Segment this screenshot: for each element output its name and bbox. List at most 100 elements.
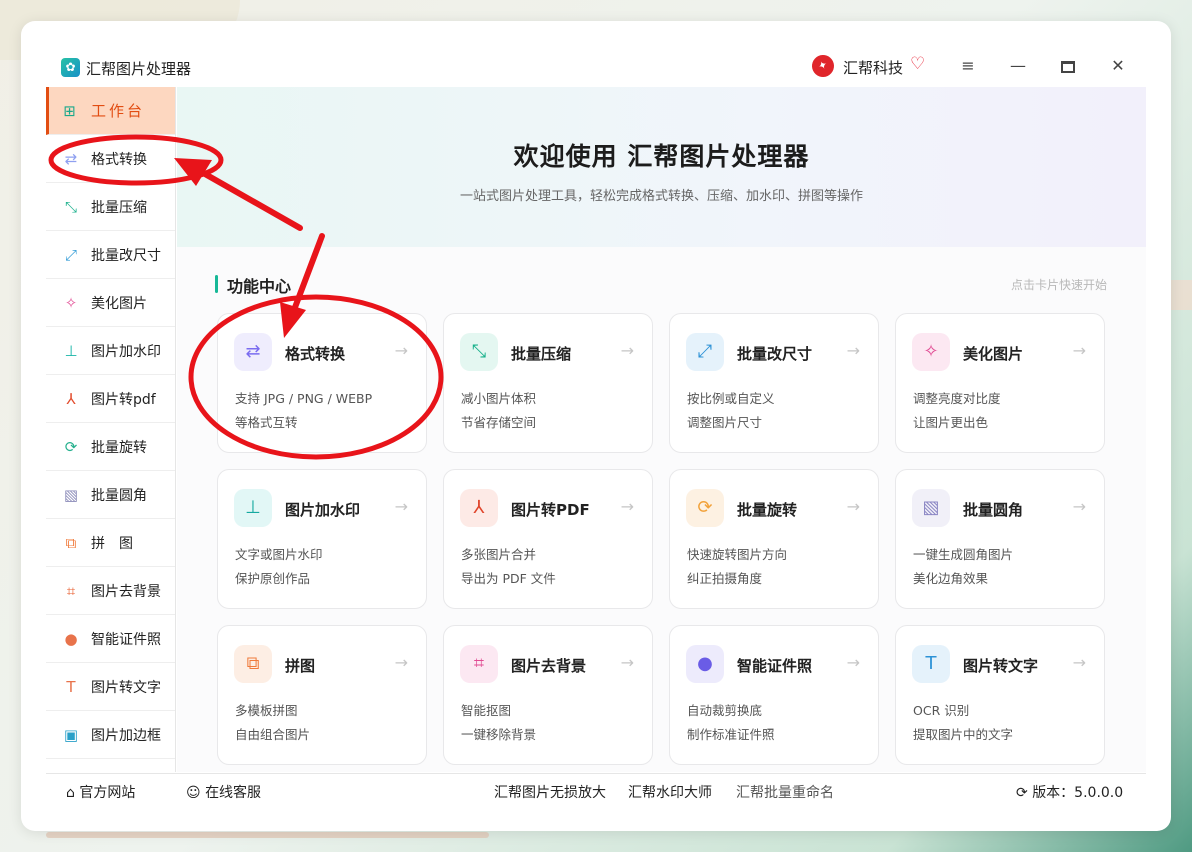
card-desc-line: 导出为 PDF 文件 — [461, 571, 556, 586]
sidebar-item-4[interactable]: ✧ 美化图片 — [46, 279, 175, 327]
status-bar: ⌂ 官方网站 ☺ 在线客服 汇帮图片无损放大 汇帮水印大师 汇帮批量重命名 ⟳ … — [46, 773, 1146, 807]
pdf-icon: ⅄ — [460, 489, 498, 527]
stamp-icon: ⊥ — [234, 489, 272, 527]
sidebar-item-label: 批量圆角 — [91, 487, 147, 504]
convert-icon: ⇄ — [234, 333, 272, 371]
feature-card[interactable]: ⌗ 图片去背景 → 智能抠图 一键移除背景 — [443, 625, 653, 765]
text-icon: T — [66, 677, 76, 696]
sidebar-item-label: 图片转文字 — [91, 679, 161, 696]
card-description: 支持 JPG / PNG / WEBP 等格式互转 — [235, 387, 372, 435]
title-bar[interactable]: ✿ 汇帮图片处理器 ✦ 汇帮科技 ♡ ≡ — ✕ — [46, 46, 1146, 86]
sidebar-item-7[interactable]: ⟳ 批量旋转 — [46, 423, 175, 471]
sidebar-item-2[interactable]: ⤡ 批量压缩 — [46, 183, 175, 231]
feature-card[interactable]: ⇄ 格式转换 → 支持 JPG / PNG / WEBP 等格式互转 — [217, 313, 427, 453]
card-desc-line: 文字或图片水印 — [235, 547, 323, 562]
feature-card[interactable]: ⅄ 图片转PDF → 多张图片合并 导出为 PDF 文件 — [443, 469, 653, 609]
sidebar-item-label: 工作台 — [91, 102, 146, 120]
card-title: 批量圆角 — [963, 501, 1024, 519]
brand-name[interactable]: 汇帮科技 — [843, 57, 903, 78]
sidebar-item-8[interactable]: ▧ 批量圆角 — [46, 471, 175, 519]
sidebar-item-5[interactable]: ⊥ 图片加水印 — [46, 327, 175, 375]
arrow-right-icon: → — [1072, 653, 1086, 672]
feature-card[interactable]: ⤢ 批量改尺寸 → 按比例或自定义 调整图片尺寸 — [669, 313, 879, 453]
card-title: 图片转文字 — [963, 657, 1039, 675]
upscale-app-link[interactable]: 汇帮图片无损放大 — [494, 782, 606, 802]
card-description: OCR 识别提取图片中的文字 — [913, 699, 1013, 747]
close-button[interactable]: ✕ — [1102, 52, 1134, 80]
card-description: 调整亮度对比度 让图片更出色 — [913, 387, 1001, 435]
card-description: 文字或图片水印 保护原创作品 — [235, 543, 323, 591]
card-description: 快速旋转图片方向 纠正拍摄角度 — [687, 543, 787, 591]
card-desc-line: 纠正拍摄角度 — [687, 571, 763, 586]
convert-icon: ⇄ — [64, 149, 78, 168]
home-icon: ⌂ — [66, 785, 75, 801]
feature-card[interactable]: ▧ 批量圆角 → 一键生成圆角图片 美化边角效果 — [895, 469, 1105, 609]
card-desc-line: 提取图片中的文字 — [913, 727, 1014, 742]
sidebar-item-6[interactable]: ⅄ 图片转pdf — [46, 375, 175, 423]
version-label: 版本：5.0.0.0 — [1032, 785, 1124, 801]
arrow-right-icon: → — [1072, 497, 1086, 516]
taskbar-shadow — [46, 832, 489, 838]
card-title: 图片加水印 — [285, 501, 361, 519]
arrow-right-icon: → — [620, 497, 634, 516]
online-service-label: 在线客服 — [205, 785, 262, 801]
card-title: 图片去背景 — [511, 657, 587, 675]
sidebar-item-13[interactable]: ▣ 图片加边框 — [46, 711, 175, 759]
feature-card[interactable]: ● 智能证件照 → 自动裁剪换底 制作标准证件照 — [669, 625, 879, 765]
card-desc-line: 自动裁剪换底 — [687, 703, 763, 718]
online-service-link[interactable]: ☺ 在线客服 — [186, 782, 261, 802]
version-check[interactable]: ⟳ 版本：5.0.0.0 — [1016, 782, 1123, 802]
menu-button[interactable]: ≡ — [952, 52, 984, 80]
rename-app-link[interactable]: 汇帮批量重命名 — [736, 782, 834, 802]
feature-card[interactable]: ⊥ 图片加水印 → 文字或图片水印 保护原创作品 — [217, 469, 427, 609]
resize-icon: ⤢ — [686, 333, 724, 371]
card-desc-line: 等格式互转 — [235, 415, 298, 430]
card-title: 美化图片 — [963, 345, 1024, 363]
arrow-right-icon: → — [620, 341, 634, 360]
section-title: 功能中心 — [227, 277, 292, 296]
feature-card[interactable]: T 图片转文字 → OCR 识别 提取图片中的文字 — [895, 625, 1105, 765]
sidebar-item-0[interactable]: ⊞ 工作台 — [46, 87, 175, 135]
watermark-app-link[interactable]: 汇帮水印大师 — [628, 782, 712, 802]
sidebar-item-11[interactable]: ● 智能证件照 — [46, 615, 175, 663]
rotate-icon: ⟳ — [64, 437, 78, 456]
card-desc-line: 减小图片体积 — [461, 391, 537, 406]
sidebar: ⊞ 工作台 ⇄ 格式转换 ⤡ 批量压缩 ⤢ 批量改尺寸 ✧ 美化图片 ⊥ 图片加水印 ⅄ 图片转pdf ⟳ 批… — [46, 87, 176, 772]
card-desc-line: 多模板拼图 — [235, 703, 298, 718]
arrow-right-icon: → — [846, 653, 860, 672]
feature-card[interactable]: ⟳ 批量旋转 → 快速旋转图片方向 纠正拍摄角度 — [669, 469, 879, 609]
card-desc-line: 按比例或自定义 — [687, 391, 775, 406]
card-title: 格式转换 — [285, 345, 346, 363]
sidebar-item-10[interactable]: ⌗ 图片去背景 — [46, 567, 175, 615]
section-hint: 点击卡片快速开始 — [1010, 278, 1107, 292]
card-desc-line: 调整图片尺寸 — [687, 415, 763, 430]
feature-card[interactable]: ⧉ 拼图 → 多模板拼图 自由组合图片 — [217, 625, 427, 765]
magic-wand-icon: ✧ — [64, 293, 78, 312]
page-subtitle: 一站式图片处理工具，轻松完成格式转换、压缩、加水印、拼图等操作 — [459, 189, 863, 204]
official-site-link[interactable]: ⌂ 官方网站 — [66, 782, 135, 802]
feature-card[interactable]: ✧ 美化图片 → 调整亮度对比度 让图片更出色 — [895, 313, 1105, 453]
headset-icon: ☺ — [186, 785, 201, 801]
card-description: 多模板拼图 自由组合图片 — [235, 699, 310, 747]
card-description: 多张图片合并 导出为 PDF 文件 — [461, 543, 556, 591]
sidebar-item-3[interactable]: ⤢ 批量改尺寸 — [46, 231, 175, 279]
card-desc-line: OCR 识别 — [913, 703, 970, 718]
feature-card[interactable]: ⤡ 批量压缩 → 减小图片体积 节省存储空间 — [443, 313, 653, 453]
sidebar-item-12[interactable]: T 图片转文字 — [46, 663, 175, 711]
arrow-right-icon: → — [394, 497, 408, 516]
refresh-icon: ⟳ — [1016, 785, 1028, 801]
grid-icon: ⊞ — [63, 101, 79, 120]
sidebar-item-9[interactable]: ⧉ 拼 图 — [46, 519, 175, 567]
card-desc-line: 一键移除背景 — [461, 727, 537, 742]
maximize-button[interactable] — [1052, 52, 1084, 80]
card-title: 图片转PDF — [511, 501, 590, 519]
sidebar-item-label: 批量改尺寸 — [91, 247, 161, 264]
card-desc-line: 智能抠图 — [461, 703, 512, 718]
minimize-button[interactable]: — — [1002, 52, 1034, 80]
card-desc-line: 保护原创作品 — [235, 571, 311, 586]
main-panel: 欢迎使用 汇帮图片处理器 一站式图片处理工具，轻松完成格式转换、压缩、加水印、拼… — [177, 87, 1146, 772]
sidebar-item-1[interactable]: ⇄ 格式转换 — [46, 135, 175, 183]
heart-icon[interactable]: ♡ — [910, 54, 925, 74]
compress-icon: ⤡ — [460, 333, 498, 371]
sidebar-item-label: 美化图片 — [91, 295, 147, 312]
